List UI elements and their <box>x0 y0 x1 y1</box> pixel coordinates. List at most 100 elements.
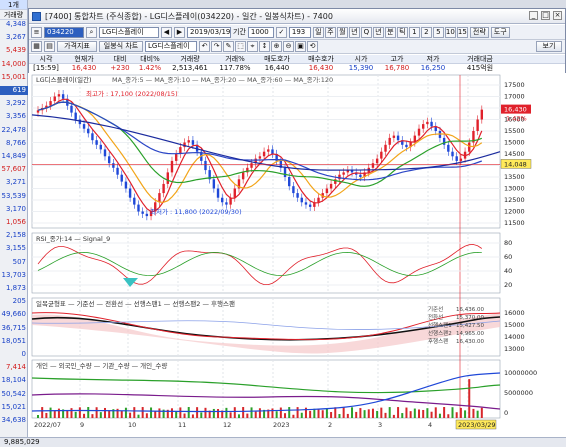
flow-volume-bar <box>346 413 349 418</box>
chart-tool-icon[interactable]: ✎ <box>223 41 234 52</box>
count-input[interactable]: 193 <box>288 26 311 38</box>
flow-volume-bar <box>179 407 182 418</box>
candle-body <box>187 140 190 143</box>
flow-volume-bar <box>196 407 199 418</box>
date-input[interactable]: 2019/03/19 <box>187 26 231 38</box>
layout-icon[interactable]: ▤ <box>44 41 55 52</box>
candle-body <box>99 144 103 150</box>
prev-icon[interactable]: ◀ <box>161 26 172 38</box>
quote-value: 16,250 <box>420 64 446 72</box>
left-volume-item: 57,607 <box>1 165 27 174</box>
ichimoku-value: 16,430.00 <box>456 339 484 345</box>
left-volume-item: 18,051 <box>1 336 27 345</box>
chart-tool-icon[interactable]: ↶ <box>199 41 210 52</box>
chart-tool-icon[interactable]: ⬚ <box>235 41 246 52</box>
minimize-icon[interactable]: _ <box>529 11 538 20</box>
flow-volume-bar <box>476 410 479 418</box>
status-bar: 9,885,029 <box>0 437 566 447</box>
left-volume-item: 3,267 <box>5 33 26 42</box>
flow-volume-bar <box>300 412 303 418</box>
left-volume-item: 14,849 <box>1 152 27 160</box>
left-tab-label[interactable]: 1개 <box>0 0 27 10</box>
compare-stock-field[interactable]: LG디스플레이 <box>145 41 197 52</box>
stock-chart[interactable]: 1750017500170001700016500165001600016000… <box>28 73 566 438</box>
left-volume-item: 619 <box>0 86 28 95</box>
quote-header: 거래대금 <box>467 55 493 63</box>
chart-tool-icon[interactable]: ⊖ <box>283 41 294 52</box>
candle-body <box>137 204 140 212</box>
candle-body <box>191 140 195 145</box>
chart-tool-icon[interactable]: ↷ <box>211 41 222 52</box>
period-unit-button[interactable]: 5 <box>432 26 444 38</box>
chart-tool-icon[interactable]: ↕ <box>259 41 270 52</box>
left-volume-item: 1,873 <box>5 284 26 292</box>
checkbox-icon[interactable]: ✓ <box>275 26 287 38</box>
period-unit-button[interactable]: 1 <box>408 26 420 38</box>
candle-body <box>166 172 169 184</box>
left-volume-item: 18,104 <box>1 376 27 385</box>
strategy-button[interactable]: 전략 <box>469 26 489 38</box>
chart-tool-icon[interactable]: ⟲ <box>307 41 318 52</box>
chart-type-tab[interactable]: 일봉식 차트 <box>99 41 143 52</box>
candle-body <box>107 156 111 164</box>
flow-volume-bar <box>70 408 73 418</box>
candle-body <box>288 177 291 187</box>
flow-volume-bar <box>384 412 387 418</box>
tools-button[interactable]: 도구 <box>490 26 510 38</box>
left-volume-item: 1,056 <box>5 218 26 226</box>
flow-volume-bar <box>83 413 86 418</box>
grid-icon[interactable]: ▦ <box>31 41 42 52</box>
flow-volume-bar <box>371 408 374 418</box>
period-unit-button[interactable]: 년 <box>372 26 384 38</box>
ichimoku-label: 후행스팬 <box>428 337 448 345</box>
maximize-icon[interactable]: □ <box>541 11 550 20</box>
candle-body <box>124 181 128 189</box>
stock-code-input[interactable]: 034220 <box>44 26 84 38</box>
chart-tool-icon[interactable]: ▣ <box>295 41 306 52</box>
ma-legend: MA_종가:5 — MA_종가:10 — MA_종가:20 — MA_종가:60… <box>112 75 333 84</box>
flow-volume-bar <box>418 409 421 418</box>
low-price-annotation: 최저가 : 11,800 (2022/09/30) <box>150 207 242 216</box>
period-unit-button[interactable]: 10 <box>444 26 456 38</box>
stock-name-field[interactable]: LG디스플레이 <box>99 26 159 38</box>
flow-volume-bar <box>250 407 253 418</box>
chart-tool-icon[interactable]: ⊕ <box>271 41 282 52</box>
quote-value: 16,430 <box>71 64 97 72</box>
period-unit-button[interactable]: 15 <box>456 26 468 38</box>
quote-value: 415억원 <box>466 64 494 72</box>
next-icon[interactable]: ▶ <box>174 26 185 38</box>
left-volume-item: 205 <box>12 297 26 306</box>
search-icon[interactable]: ⌕ <box>86 26 97 38</box>
close-icon[interactable]: × <box>553 11 562 20</box>
quote-value: 15,390 <box>348 64 374 72</box>
period-unit-button[interactable]: 2 <box>420 26 432 38</box>
period-input[interactable]: 1000 <box>247 26 274 38</box>
flow-volume-bar <box>330 412 333 418</box>
price-tick-label: 15500 <box>504 127 525 135</box>
candle-body <box>91 133 94 141</box>
period-unit-button[interactable]: 일 <box>312 26 324 38</box>
left-volume-item: 3,170 <box>5 204 26 213</box>
chart-tool-icon[interactable]: ⌖ <box>247 41 258 52</box>
price-indicator-tab[interactable]: 가격지표 <box>57 41 97 52</box>
menu-icon[interactable]: ≡ <box>31 26 42 38</box>
view-button[interactable]: 보기 <box>536 41 562 52</box>
candle-body <box>455 156 458 161</box>
flow-volume-bar <box>334 407 337 418</box>
period-unit-button[interactable]: 틱 <box>396 26 408 38</box>
left-volume-item: 5,439 <box>5 46 26 55</box>
x-axis-label: 3 <box>378 421 382 429</box>
period-unit-button[interactable]: 주 <box>324 26 336 38</box>
period-unit-button[interactable]: 년 <box>348 26 360 38</box>
period-unit-button[interactable]: 분 <box>384 26 396 38</box>
flow-volume-bar <box>405 407 408 418</box>
period-unit-button[interactable]: Q <box>360 26 372 38</box>
price-tick-label: 14500 <box>504 150 525 158</box>
period-unit-button[interactable]: 월 <box>336 26 348 38</box>
quote-header: 현재가 <box>74 55 94 63</box>
flow-volume-bar <box>292 414 295 418</box>
quote-value: 16,780 <box>384 64 410 72</box>
flow-volume-bar <box>170 408 173 418</box>
candle-body <box>426 121 429 125</box>
candle-body <box>82 124 86 129</box>
